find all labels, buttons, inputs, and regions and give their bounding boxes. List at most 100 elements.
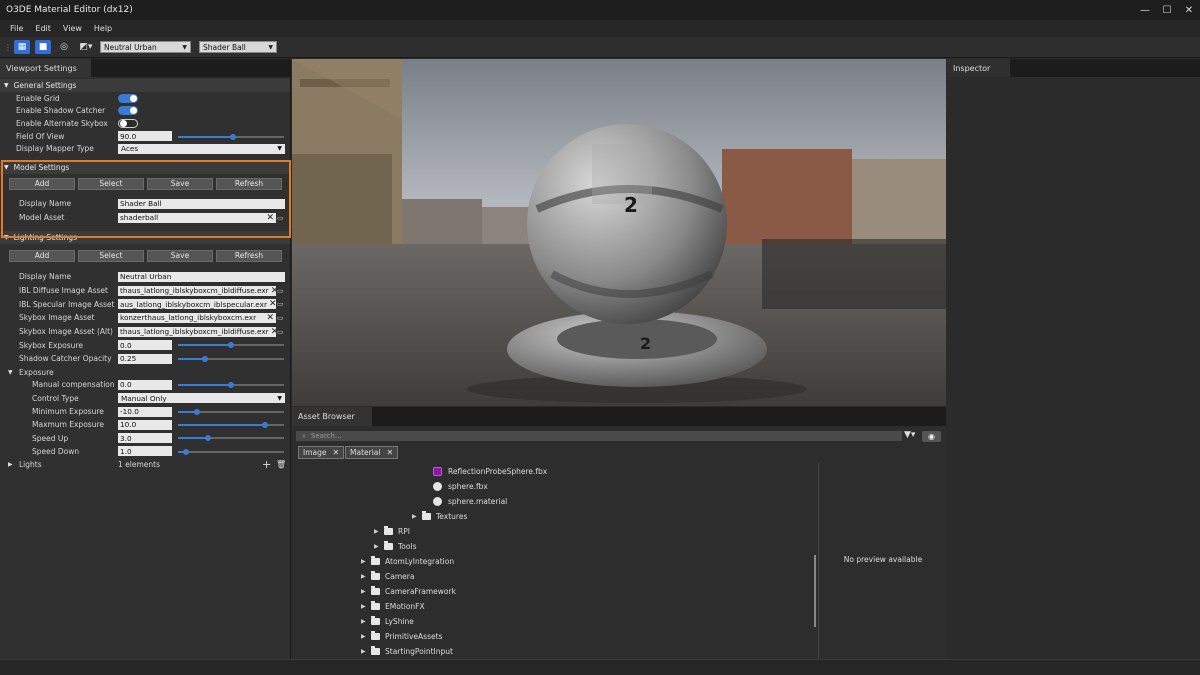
list-item[interactable]: ▶ PrimitiveAssets <box>361 629 442 643</box>
display-mapper-dropdown[interactable]: Aces ▼ <box>118 143 285 154</box>
expand-arrow-icon[interactable]: ▶ <box>361 558 371 565</box>
skybox-alt-field[interactable]: thaus_latlong_iblskyboxcm_ibldiffuse.exr… <box>118 326 276 337</box>
asset-search-input[interactable]: ⌕ Search... <box>296 431 902 441</box>
fov-slider[interactable] <box>178 133 284 140</box>
clear-icon[interactable]: ✕ <box>266 213 274 223</box>
list-item[interactable]: ▶ CameraFramework <box>361 584 456 598</box>
model-display-name-field[interactable]: Shader Ball <box>118 198 285 209</box>
shadow-opacity-spinbox[interactable]: 0.25 <box>118 353 172 364</box>
lighting-preset-combo[interactable]: Neutral Urban ▼ <box>100 41 191 53</box>
max-exposure-spinbox[interactable]: 10.0 <box>118 419 172 430</box>
list-item[interactable]: ReflectionProbeSphere.fbx <box>433 464 547 478</box>
tab-viewport-settings[interactable]: Viewport Settings <box>0 59 91 77</box>
display-mapper-icon[interactable]: ◩▾ <box>77 40 95 54</box>
menu-view[interactable]: View <box>57 24 88 33</box>
browse-folder-icon[interactable]: ▭ <box>277 314 284 322</box>
render-viewport[interactable]: 2 2 <box>292 59 946 406</box>
min-exposure-spinbox[interactable]: -10.0 <box>118 406 172 417</box>
expand-arrow-icon[interactable]: ▶ <box>361 633 371 640</box>
enable-shadow-catcher-toggle[interactable] <box>118 106 138 116</box>
close-icon[interactable]: ✕ <box>386 448 393 457</box>
clear-icon[interactable]: ✕ <box>271 327 276 337</box>
list-item[interactable]: ▶ EMotionFX <box>361 599 425 613</box>
browse-folder-icon[interactable]: ▭ <box>277 287 284 295</box>
skybox-field[interactable]: konzerthaus_latlong_iblskyboxcm.exr ✕ <box>118 312 276 323</box>
minimize-button[interactable]: — <box>1134 0 1156 20</box>
skybox-exposure-slider[interactable] <box>178 342 284 349</box>
lighting-save-button[interactable]: Save <box>147 249 213 262</box>
max-exposure-slider[interactable] <box>178 422 284 429</box>
expand-arrow-icon[interactable]: ▶ <box>361 573 371 580</box>
browse-folder-icon[interactable]: ▭ <box>277 214 284 222</box>
trash-icon[interactable]: 🗑 <box>276 460 286 469</box>
model-add-button[interactable]: Add <box>9 177 75 190</box>
min-exposure-slider[interactable] <box>178 408 284 415</box>
enable-grid-toggle[interactable] <box>118 93 138 103</box>
ibl-diffuse-field[interactable]: thaus_latlong_iblskyboxcm_ibldiffuse.exr… <box>118 285 276 296</box>
enable-alt-skybox-toggle[interactable] <box>118 118 138 128</box>
clear-icon[interactable]: ✕ <box>269 299 276 309</box>
lighting-add-button[interactable]: Add <box>9 249 75 262</box>
tree-scrollbar[interactable] <box>814 555 816 627</box>
lighting-display-name-field[interactable]: Neutral Urban <box>118 271 285 282</box>
model-select-button[interactable]: Select <box>78 177 144 190</box>
ibl-specular-field[interactable]: aus_latlong_iblskyboxcm_iblspecular.exr … <box>118 299 276 310</box>
manual-comp-spinbox[interactable]: 0.0 <box>118 379 172 390</box>
expand-arrow-icon[interactable]: ▶ <box>8 461 13 468</box>
grid-toggle-icon[interactable]: ▦ <box>14 40 30 54</box>
model-refresh-button[interactable]: Refresh <box>216 177 282 190</box>
list-item[interactable]: ▶ RPI <box>374 524 410 538</box>
skybox-exposure-spinbox[interactable]: 0.0 <box>118 340 172 351</box>
clear-icon[interactable]: ✕ <box>271 286 276 296</box>
tab-asset-browser[interactable]: Asset Browser <box>292 407 372 426</box>
expand-arrow-icon[interactable]: ▶ <box>412 513 422 520</box>
list-item[interactable]: ▶ Textures <box>412 509 467 523</box>
maximize-button[interactable]: ☐ <box>1156 0 1178 20</box>
shadow-opacity-slider[interactable] <box>178 356 284 363</box>
list-item[interactable]: sphere.material <box>433 494 507 508</box>
list-item[interactable]: ▶ AtomLyIntegration <box>361 554 454 568</box>
speed-down-spinbox[interactable]: 1.0 <box>118 446 172 457</box>
manual-comp-slider[interactable] <box>178 382 284 389</box>
list-item[interactable]: ▶ LyShine <box>361 614 414 628</box>
fov-spinbox[interactable]: 90.0 <box>118 131 172 142</box>
skybox-toggle-icon[interactable]: ◎ <box>56 40 72 54</box>
expand-arrow-icon[interactable]: ▶ <box>361 648 371 655</box>
expand-arrow-icon[interactable]: ▶ <box>374 528 384 535</box>
model-preset-combo[interactable]: Shader Ball ▼ <box>199 41 277 53</box>
lighting-select-button[interactable]: Select <box>78 249 144 262</box>
filter-chip-image[interactable]: Image ✕ <box>298 446 345 459</box>
eye-icon[interactable]: ◉ <box>922 431 941 442</box>
filter-icon[interactable]: ▼▾ <box>904 430 915 440</box>
speed-up-slider[interactable] <box>178 435 284 442</box>
menu-help[interactable]: Help <box>88 24 118 33</box>
expand-arrow-icon[interactable]: ▶ <box>361 618 371 625</box>
close-icon[interactable]: ✕ <box>333 448 340 457</box>
expand-arrow-icon[interactable]: ▶ <box>361 588 371 595</box>
speed-down-slider[interactable] <box>178 448 284 455</box>
model-asset-field[interactable]: shaderball ✕ <box>118 212 276 223</box>
list-item[interactable]: ▶ Tools <box>374 539 416 553</box>
clear-icon[interactable]: ✕ <box>266 313 274 323</box>
lighting-settings-header[interactable]: ▼ Lighting Settings <box>0 230 290 244</box>
menu-file[interactable]: File <box>4 24 29 33</box>
expand-arrow-icon[interactable]: ▶ <box>361 603 371 610</box>
speed-up-spinbox[interactable]: 3.0 <box>118 433 172 444</box>
browse-folder-icon[interactable]: ▭ <box>277 328 284 336</box>
model-save-button[interactable]: Save <box>147 177 213 190</box>
browse-folder-icon[interactable]: ▭ <box>277 300 284 308</box>
list-item[interactable]: ▶ Camera <box>361 569 414 583</box>
shadow-catcher-toggle-icon[interactable]: ■ <box>35 40 51 54</box>
expand-arrow-icon[interactable]: ▶ <box>374 543 384 550</box>
tab-inspector[interactable]: Inspector <box>947 59 1010 77</box>
list-item[interactable]: sphere.fbx <box>433 479 488 493</box>
control-type-dropdown[interactable]: Manual Only ▼ <box>118 393 285 404</box>
filter-chip-material[interactable]: Material ✕ <box>345 446 399 459</box>
model-settings-header[interactable]: ▼ Model Settings <box>0 160 290 174</box>
close-button[interactable]: ✕ <box>1178 0 1200 20</box>
add-element-icon[interactable]: + <box>262 458 271 471</box>
menu-edit[interactable]: Edit <box>29 24 57 33</box>
exposure-header[interactable]: ▼ Exposure <box>0 366 290 379</box>
general-settings-header[interactable]: ▼ General Settings <box>0 79 290 92</box>
lighting-refresh-button[interactable]: Refresh <box>216 249 282 262</box>
